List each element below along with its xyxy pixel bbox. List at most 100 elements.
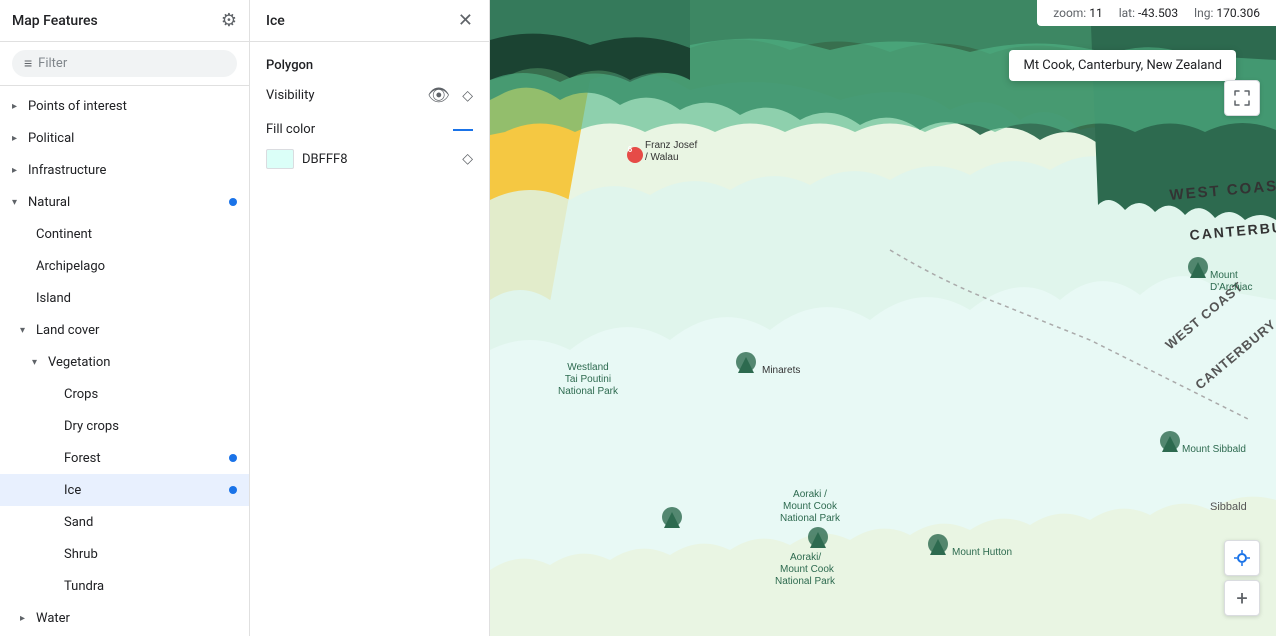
polygon-label: Polygon <box>266 58 473 73</box>
sidebar-item-forest[interactable]: Forest <box>0 442 249 474</box>
sidebar-item-label: Infrastructure <box>28 163 237 178</box>
sidebar-header: Map Features ⚙ <box>0 0 249 42</box>
sidebar-item-crops[interactable]: Crops <box>0 378 249 410</box>
detail-title: Ice <box>266 13 285 29</box>
sidebar-item-label: Island <box>36 291 237 306</box>
sidebar-item-water[interactable]: ▸ Water <box>0 602 249 634</box>
chevron-icon: ▸ <box>12 101 24 112</box>
zoom-in-button[interactable]: + <box>1224 580 1260 616</box>
svg-text:/ Walau: / Walau <box>645 152 679 163</box>
detail-body: Polygon Visibility 👁 ◇ Fill color DBFFF8… <box>250 42 489 185</box>
active-dot <box>229 198 237 206</box>
chevron-icon: ▾ <box>32 357 44 368</box>
lat-label: lat: -43.503 <box>1119 6 1178 20</box>
svg-text:National Park: National Park <box>558 386 619 397</box>
svg-text:D'Archiac: D'Archiac <box>1210 282 1252 293</box>
svg-text:Aoraki/: Aoraki/ <box>790 552 821 563</box>
color-swatch[interactable] <box>266 149 294 169</box>
filter-placeholder: Filter <box>38 56 225 71</box>
svg-text:Mount Cook: Mount Cook <box>783 501 838 512</box>
tooltip-text: Mt Cook, Canterbury, New Zealand <box>1023 58 1222 73</box>
sidebar-item-land-cover[interactable]: ▾ Land cover <box>0 314 249 346</box>
sidebar-item-natural[interactable]: ▾ Natural <box>0 186 249 218</box>
sidebar-item-archipelago[interactable]: Archipelago <box>0 250 249 282</box>
sidebar-item-label: Natural <box>28 195 229 210</box>
visibility-row: Visibility 👁 ◇ <box>266 85 473 106</box>
map-topbar: zoom: 11 lat: -43.503 lng: 170.306 <box>1037 0 1276 26</box>
sidebar-item-dry-crops[interactable]: Dry crops <box>0 410 249 442</box>
active-dot <box>229 486 237 494</box>
svg-text:Mount Cook: Mount Cook <box>780 564 835 575</box>
svg-text:6: 6 <box>628 145 633 154</box>
svg-text:National Park: National Park <box>780 513 841 524</box>
color-swatch-row[interactable]: DBFFF8 ◇ <box>266 149 473 169</box>
zoom-value: 11 <box>1089 6 1103 20</box>
sidebar-item-political[interactable]: ▸ Political <box>0 122 249 154</box>
chevron-icon: ▸ <box>12 133 24 144</box>
chevron-icon: ▸ <box>20 613 32 624</box>
sidebar-item-vegetation[interactable]: ▾ Vegetation <box>0 346 249 378</box>
map-controls: + <box>1224 540 1260 616</box>
filter-icon: ≡ <box>24 55 32 72</box>
svg-text:Westland: Westland <box>567 362 609 373</box>
sidebar-item-shrub[interactable]: Shrub <box>0 538 249 570</box>
map-svg: WEST COAST CANTERBURY WEST COAST CANTERB… <box>490 0 1276 636</box>
map-area[interactable]: zoom: 11 lat: -43.503 lng: 170.306 WEST … <box>490 0 1276 636</box>
fill-color-line <box>453 129 473 131</box>
lng-label: lng: 170.306 <box>1194 6 1260 20</box>
sidebar-item-continent[interactable]: Continent <box>0 218 249 250</box>
sidebar-item-label: Tundra <box>64 579 237 594</box>
fill-color-row: Fill color <box>266 122 473 137</box>
svg-text:Franz Josef: Franz Josef <box>645 140 697 151</box>
zoom-label: zoom: 11 <box>1053 6 1102 20</box>
sidebar-item-label: Continent <box>36 227 237 242</box>
sidebar-item-tundra[interactable]: Tundra <box>0 570 249 602</box>
svg-text:Aoraki /: Aoraki / <box>793 489 827 500</box>
active-dot <box>229 454 237 462</box>
close-button[interactable]: ✕ <box>458 10 473 31</box>
sidebar-item-island[interactable]: Island <box>0 282 249 314</box>
sidebar-item-label: Points of interest <box>28 99 237 114</box>
fill-color-label: Fill color <box>266 122 315 137</box>
visibility-diamond-icon[interactable]: ◇ <box>462 88 473 104</box>
color-hex-value: DBFFF8 <box>302 152 348 167</box>
sidebar-item-label: Water <box>36 611 237 626</box>
svg-text:Sibbald: Sibbald <box>1210 501 1247 513</box>
gear-icon[interactable]: ⚙ <box>221 10 237 31</box>
svg-text:Mount Hutton: Mount Hutton <box>952 547 1012 558</box>
eye-icon[interactable]: 👁 <box>427 85 450 106</box>
sidebar-item-label: Forest <box>64 451 229 466</box>
sidebar-item-label: Political <box>28 131 237 146</box>
filter-bar: ≡ Filter <box>0 42 249 86</box>
lng-value: 170.306 <box>1216 6 1260 20</box>
detail-header: Ice ✕ <box>250 0 489 42</box>
sidebar: Map Features ⚙ ≡ Filter ▸ Points of inter… <box>0 0 250 636</box>
map-tooltip: Mt Cook, Canterbury, New Zealand <box>1009 50 1236 81</box>
sidebar-item-label: Sand <box>64 515 237 530</box>
svg-text:Mount: Mount <box>1210 270 1238 281</box>
sidebar-title: Map Features <box>12 13 98 29</box>
sidebar-item-label: Vegetation <box>48 355 237 370</box>
filter-input[interactable]: ≡ Filter <box>12 50 237 77</box>
sidebar-item-sand[interactable]: Sand <box>0 506 249 538</box>
sidebar-item-ice[interactable]: Ice <box>0 474 249 506</box>
sidebar-item-label: Dry crops <box>64 419 237 434</box>
sidebar-item-label: Land cover <box>36 323 237 338</box>
svg-text:Minarets: Minarets <box>762 365 800 376</box>
chevron-icon: ▾ <box>20 325 32 336</box>
chevron-icon: ▾ <box>12 197 24 208</box>
sidebar-item-infrastructure[interactable]: ▸ Infrastructure <box>0 154 249 186</box>
fullscreen-button[interactable] <box>1224 80 1260 116</box>
sidebar-item-label: Ice <box>64 483 229 498</box>
chevron-icon: ▸ <box>12 165 24 176</box>
tree-area: ▸ Points of interest ▸ Political ▸ Infrastruc… <box>0 86 249 636</box>
color-diamond-icon[interactable]: ◇ <box>462 151 473 167</box>
sidebar-item-label: Crops <box>64 387 237 402</box>
visibility-label: Visibility <box>266 88 315 103</box>
sidebar-item-points-of-interest[interactable]: ▸ Points of interest <box>0 90 249 122</box>
location-button[interactable] <box>1224 540 1260 576</box>
svg-text:Mount Sibbald: Mount Sibbald <box>1182 444 1246 455</box>
svg-text:National Park: National Park <box>775 576 836 587</box>
svg-text:Tai Poutini: Tai Poutini <box>565 374 611 385</box>
lat-value: -43.503 <box>1138 6 1178 20</box>
